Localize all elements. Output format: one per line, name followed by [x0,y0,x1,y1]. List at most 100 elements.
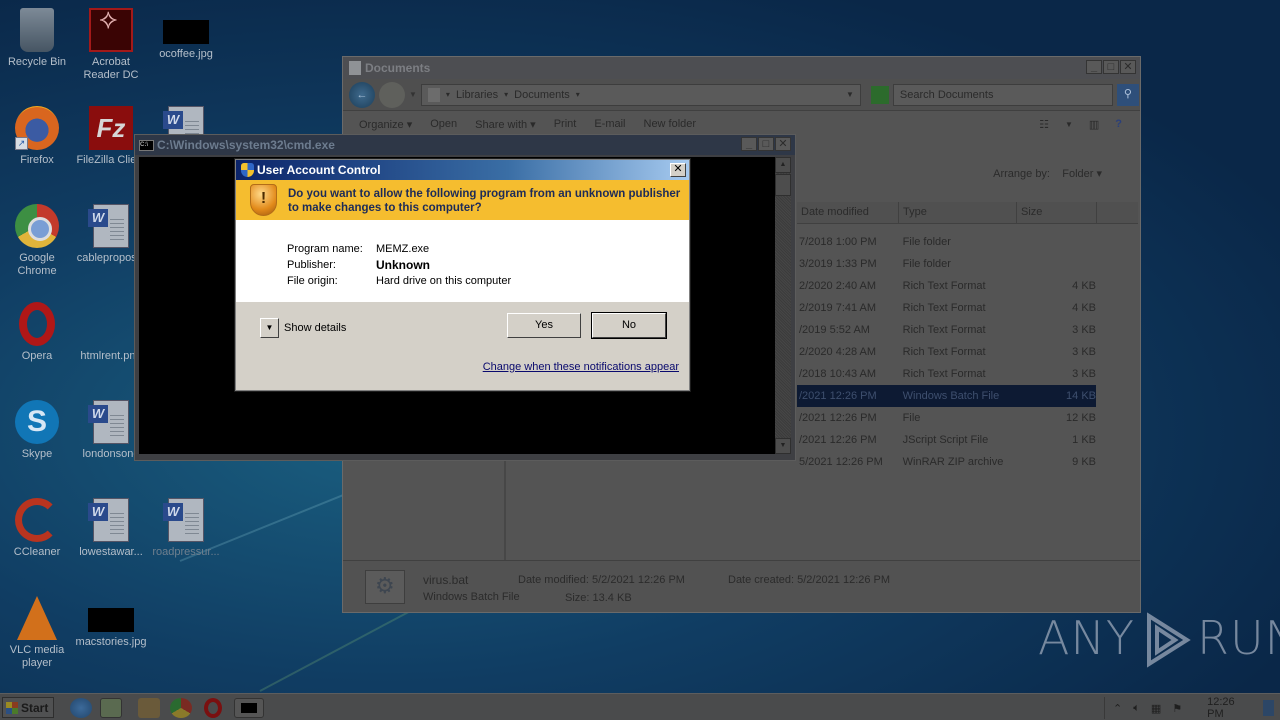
close-button[interactable]: ✕ [775,137,791,151]
uac-title-bar[interactable]: User Account Control ✕ [236,160,689,180]
filezilla-icon: Fz [89,106,133,150]
file-row[interactable]: /2021 12:26 PM JScript Script File 1 KB [797,429,1096,451]
file-row[interactable]: 2/2020 4:28 AM Rich Text Format 3 KB [797,341,1096,363]
breadcrumb-chevron-icon[interactable]: ▾ [446,90,450,99]
scroll-up-icon[interactable]: ▲ [775,157,791,173]
minimize-button[interactable]: _ [1086,60,1102,74]
uac-dialog[interactable]: User Account Control ✕ ! Do you want to … [235,159,690,391]
desktop-icon-chrome[interactable]: Google Chrome [0,204,74,278]
file-row[interactable]: 5/2021 12:26 PM WinRAR ZIP archive 9 KB [797,451,1096,473]
anyrun-watermark: ANY RUN [1038,611,1280,668]
file-row[interactable]: /2021 12:26 PM File 12 KB [797,407,1096,429]
arrange-by[interactable]: Arrange by: Folder ▾ [993,167,1102,180]
network-icon[interactable]: ▦ [1151,702,1161,715]
volume-icon[interactable]: 🔈︎ [1133,702,1140,715]
forward-button[interactable] [379,81,405,108]
cmd-scrollbar[interactable]: ▲ ▼ [775,157,791,454]
scrollbar-thumb[interactable] [775,174,791,196]
address-dropdown-icon[interactable]: ▼ [846,90,854,99]
opera-taskbar-icon[interactable] [204,698,222,718]
close-button[interactable]: ✕ [670,163,686,177]
desktop-icon-firefox[interactable]: ↗ Firefox [0,106,74,167]
preview-pane-icon[interactable]: ▥ [1089,118,1099,131]
desktop-icon-ccleaner[interactable]: CCleaner [0,498,74,559]
scroll-down-icon[interactable]: ▼ [775,438,791,454]
clock[interactable]: 12:26 PM [1207,696,1245,720]
desktop-icon-lowestawar[interactable]: lowestawar... [74,498,148,559]
breadcrumb-chevron-icon[interactable]: ▾ [504,90,508,99]
change-notifications-link[interactable]: Change when these notifications appear [483,361,679,373]
back-button[interactable]: ← [349,81,375,108]
organize-button[interactable]: Organize ▾ [359,118,412,131]
close-button[interactable]: ✕ [1120,60,1136,74]
arrange-by-value[interactable]: Folder [1062,168,1093,180]
file-row[interactable]: /2021 12:26 PM Windows Batch File 14 KB [797,385,1096,407]
file-row[interactable]: 2/2019 7:41 AM Rich Text Format 4 KB [797,297,1096,319]
maximize-button[interactable]: □ [758,137,774,151]
chrome-taskbar-icon[interactable] [170,698,192,718]
breadcrumb-chevron-icon[interactable]: ▾ [576,90,580,99]
start-button[interactable]: Start [2,697,54,718]
file-row[interactable]: 2/2020 2:40 AM Rich Text Format 4 KB [797,275,1096,297]
firefox-icon: ↗ [15,106,59,150]
file-row[interactable]: /2018 10:43 AM Rich Text Format 3 KB [797,363,1096,385]
cmd-title: C:\Windows\system32\cmd.exe [157,138,335,152]
desktop-icon-roadpressure[interactable]: roadpressur... [149,498,223,559]
column-date-modified[interactable]: Date modified [797,202,899,223]
explorer-nav-bar: ← ▼ ▾ Libraries ▾ Documents ▾ ▼ Search D… [343,79,1140,111]
uac-question: Do you want to allow the following progr… [288,188,681,214]
desktop-icon-recycle-bin[interactable]: Recycle Bin [0,8,74,69]
column-size[interactable]: Size [1017,202,1097,223]
minimize-button[interactable]: _ [741,137,757,151]
file-row[interactable]: /2019 5:52 AM Rich Text Format 3 KB [797,319,1096,341]
view-options-icon[interactable]: ☷ [1039,118,1049,131]
maximize-button[interactable]: □ [1103,60,1119,74]
view-dropdown-icon[interactable]: ▼ [1065,120,1073,129]
no-button[interactable]: No [591,312,667,339]
ie-icon[interactable] [70,698,92,718]
file-date: /2021 12:26 PM [799,412,877,424]
file-date: 2/2020 4:28 AM [799,346,877,358]
file-row[interactable]: 3/2019 1:33 PM File folder [797,253,1096,275]
desktop-icon-opera[interactable]: Opera [0,302,74,363]
desktop-icon-skype[interactable]: S Skype [0,400,74,461]
search-input[interactable]: Search Documents [892,83,1113,106]
file-size: 14 KB [1066,390,1096,402]
search-icon[interactable]: ⚲ [1116,83,1139,106]
yes-button[interactable]: Yes [507,313,581,338]
show-desktop-button[interactable] [1262,700,1274,716]
show-details-toggle[interactable]: ▼ [260,318,279,338]
info-program-name: Program name: MEMZ.exe [287,243,430,255]
media-player-icon[interactable] [138,698,160,718]
cmd-title-bar[interactable]: C:\ C:\Windows\system32\cmd.exe _ □ ✕ [135,135,795,155]
breadcrumb-documents[interactable]: Documents [514,89,570,101]
address-bar[interactable]: ▾ Libraries ▾ Documents ▾ ▼ [420,83,861,106]
help-icon[interactable]: ? [1115,118,1122,130]
file-row[interactable]: 7/2018 1:00 PM File folder [797,231,1096,253]
show-details-label[interactable]: Show details [284,322,346,334]
file-type: WinRAR ZIP archive [902,456,1004,468]
show-hidden-icons[interactable]: ⌃ [1113,702,1122,715]
open-button[interactable]: Open [430,118,457,130]
file-date: /2021 12:26 PM [799,390,877,402]
desktop-icon-macstories[interactable]: macstories.jpg [74,596,148,649]
desktop-icon-acrobat[interactable]: Acrobat Reader DC [74,8,148,82]
email-button[interactable]: E-mail [594,118,625,130]
column-type[interactable]: Type [899,202,1017,223]
print-button[interactable]: Print [554,118,577,130]
desktop-icon-ocoffee[interactable]: ocoffee.jpg [149,8,223,61]
cmd-taskbar-icon[interactable] [234,698,264,718]
share-with-button[interactable]: Share with ▾ [475,118,536,131]
breadcrumb-libraries[interactable]: Libraries [456,89,498,101]
column-extra [1097,202,1138,223]
explorer-title-bar[interactable]: Documents _ □ ✕ [343,57,1140,79]
refresh-button[interactable] [870,85,889,104]
info-file-origin: File origin: Hard drive on this computer [287,275,512,287]
action-center-flag-icon[interactable]: ⚑ [1172,702,1182,715]
system-tray: ⌃ 🔈︎ ▦ ⚑ 12:26 PM [1104,696,1274,720]
desktop-icon-vlc[interactable]: VLC media player [0,596,74,670]
new-folder-button[interactable]: New folder [644,118,697,130]
word-document-icon [163,498,204,542]
explorer-taskbar-icon[interactable] [100,698,122,718]
history-dropdown-icon[interactable]: ▼ [409,90,417,99]
